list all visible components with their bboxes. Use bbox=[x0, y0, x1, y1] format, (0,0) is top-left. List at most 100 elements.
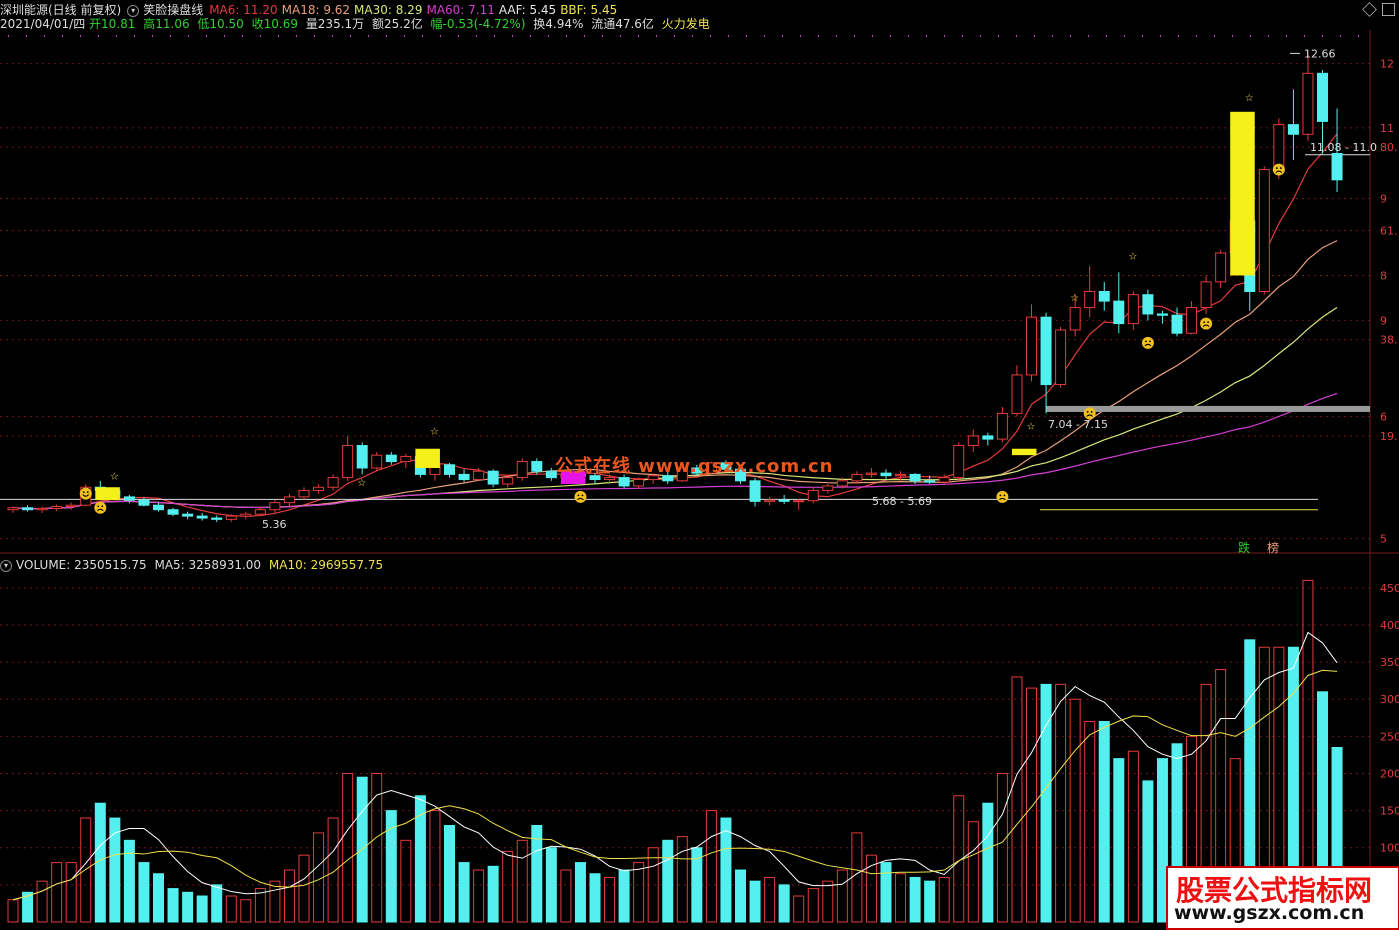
volume-bar bbox=[138, 862, 150, 923]
volume-bar bbox=[109, 817, 121, 923]
face-circle bbox=[94, 501, 107, 514]
volume-tick-label: 100 bbox=[1380, 842, 1399, 855]
volume-bar bbox=[531, 824, 543, 923]
top-dot bbox=[368, 35, 369, 37]
volume-bar bbox=[880, 862, 892, 923]
top-dot bbox=[692, 35, 693, 37]
top-dot bbox=[170, 35, 171, 37]
candle-body bbox=[1011, 374, 1023, 414]
sad-face-icon bbox=[1200, 317, 1213, 330]
candle-body bbox=[531, 461, 543, 472]
price-tick-label: 61. bbox=[1380, 225, 1398, 238]
candle-body bbox=[1098, 291, 1110, 302]
top-dot bbox=[602, 35, 603, 37]
candle-body bbox=[458, 473, 470, 481]
top-dot bbox=[530, 35, 531, 37]
candle-body bbox=[1331, 153, 1343, 181]
top-dot bbox=[1070, 35, 1071, 37]
top-dot bbox=[620, 35, 621, 37]
volume-bar bbox=[269, 880, 281, 923]
volume-bar bbox=[429, 810, 441, 923]
volume-bar bbox=[400, 839, 412, 923]
price-tick-label: 80. bbox=[1380, 141, 1398, 154]
top-dot bbox=[548, 35, 549, 37]
price-tick-label: 19. bbox=[1380, 430, 1398, 443]
volume-bar bbox=[196, 895, 208, 923]
volume-bar bbox=[895, 873, 907, 923]
top-dot bbox=[260, 35, 261, 37]
candle-body bbox=[65, 504, 77, 507]
volume-bar bbox=[735, 869, 746, 923]
top-dot bbox=[764, 35, 765, 37]
top-dot bbox=[908, 35, 909, 37]
candle-body bbox=[487, 470, 499, 485]
top-dot bbox=[44, 35, 45, 37]
top-dot bbox=[1196, 35, 1197, 37]
sad-face-icon bbox=[574, 490, 587, 503]
volume-bar bbox=[444, 824, 455, 923]
top-dot bbox=[494, 35, 495, 37]
volume-bar bbox=[1113, 758, 1125, 923]
top-dot bbox=[422, 35, 423, 37]
top-dot bbox=[1052, 35, 1053, 37]
candle-body bbox=[123, 496, 135, 501]
top-dot bbox=[656, 35, 657, 37]
face-circle bbox=[996, 490, 1009, 503]
top-dot bbox=[332, 35, 333, 37]
volume-bar bbox=[589, 873, 601, 923]
candle-body bbox=[371, 454, 383, 469]
volume-tick-label: 250 bbox=[1380, 730, 1399, 743]
volume-tick-label: 450 bbox=[1380, 582, 1399, 595]
candle-body bbox=[807, 489, 819, 502]
candle-body bbox=[182, 513, 194, 517]
signal-box bbox=[1011, 448, 1037, 456]
face-eye bbox=[97, 505, 100, 508]
top-dot bbox=[188, 35, 189, 37]
face-eye bbox=[1086, 411, 1089, 413]
face-circle bbox=[574, 490, 587, 503]
candle-body bbox=[909, 473, 921, 482]
volume-bar bbox=[778, 884, 790, 923]
volume-bar bbox=[1026, 687, 1037, 923]
candle-body bbox=[749, 480, 761, 502]
top-dot bbox=[224, 35, 225, 37]
top-dot bbox=[890, 35, 891, 37]
top-dot bbox=[1250, 35, 1251, 37]
volume-bar bbox=[967, 821, 979, 923]
candle-body bbox=[1273, 124, 1285, 171]
volume-bar bbox=[516, 839, 528, 923]
volume-bar bbox=[342, 772, 354, 923]
candle-body bbox=[313, 486, 325, 491]
face-eye bbox=[1207, 321, 1209, 323]
candle-body bbox=[400, 455, 412, 463]
smiley-icon bbox=[79, 487, 92, 500]
top-dot bbox=[386, 35, 387, 37]
signal-box bbox=[1230, 111, 1255, 276]
volume-bar bbox=[7, 899, 19, 923]
star-icon: ☆ bbox=[430, 427, 439, 438]
price-annotation: 5.68 - 5.69 bbox=[872, 495, 932, 508]
top-dot bbox=[458, 35, 459, 37]
face-circle bbox=[79, 487, 92, 500]
volume-bar bbox=[924, 880, 936, 923]
volume-bar bbox=[1098, 721, 1110, 923]
top-dot bbox=[206, 35, 207, 37]
candle-body bbox=[22, 507, 34, 511]
tag-list: 榜 bbox=[1267, 540, 1279, 555]
candle-body bbox=[793, 500, 805, 503]
candle-body bbox=[880, 472, 892, 477]
watermark: 公式在线 www.gszx.com.cn bbox=[555, 456, 834, 477]
volume-bar bbox=[560, 869, 572, 923]
price-tick-label: 8 bbox=[1380, 269, 1387, 282]
price-tick-label: 6 bbox=[1380, 411, 1387, 424]
candle-body bbox=[138, 499, 150, 506]
top-dot bbox=[350, 35, 351, 37]
candle-body bbox=[36, 507, 48, 511]
candle-body bbox=[385, 454, 397, 463]
top-dot bbox=[1034, 35, 1035, 37]
top-dot bbox=[584, 35, 585, 37]
site-logo: 股票公式指标网 www.gszx.com.cn bbox=[1166, 866, 1399, 930]
top-dot bbox=[476, 35, 477, 37]
volume-bar bbox=[211, 884, 223, 923]
volume-bar bbox=[836, 869, 848, 923]
